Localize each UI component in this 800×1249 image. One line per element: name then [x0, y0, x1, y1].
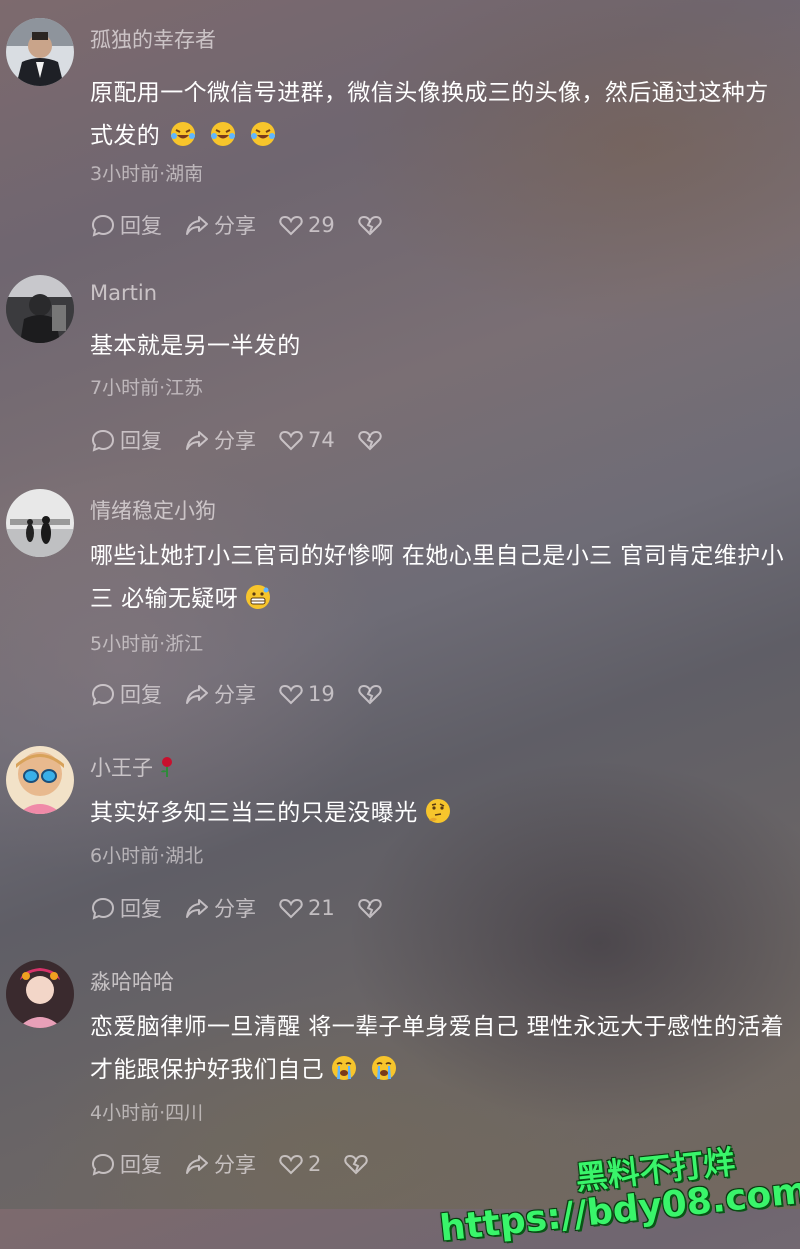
share-button[interactable]: 分享 — [184, 679, 256, 709]
broken-heart-icon — [358, 215, 382, 236]
share-arrow-icon — [186, 685, 208, 704]
avatar[interactable] — [6, 960, 74, 1028]
reply-bubble-icon — [91, 683, 115, 706]
reply-button[interactable]: 回复 — [90, 679, 162, 709]
like-button[interactable]: 2 — [278, 1151, 321, 1177]
comment-actions: 回复 分享 29 — [90, 210, 409, 240]
share-button[interactable]: 分享 — [184, 1149, 256, 1179]
like-count: 29 — [308, 213, 335, 237]
comment-meta: 3小时前·湖南 — [90, 163, 204, 185]
username[interactable]: 淼哈哈哈 — [90, 966, 174, 996]
username[interactable]: 孤独的幸存者 — [90, 24, 216, 54]
reply-label: 回复 — [120, 429, 162, 453]
comment-actions: 回复 分享 74 — [90, 425, 409, 455]
comment-meta: 6小时前·湖北 — [90, 845, 204, 867]
comment-text-content: 恋爱脑律师一旦清醒 将一辈子单身爱自己 理性永远大于感性的活着 才能跟保护好我们… — [90, 1014, 785, 1083]
like-count: 2 — [308, 1152, 322, 1176]
rofl-emoji — [171, 122, 196, 146]
comment-actions: 回复 分享 2 — [90, 1149, 395, 1179]
rofl-emoji — [211, 122, 236, 146]
like-button[interactable]: 74 — [278, 427, 335, 453]
share-button[interactable]: 分享 — [184, 893, 256, 923]
comment-text-content: 基本就是另一半发的 — [90, 333, 301, 359]
heart-icon — [279, 215, 303, 236]
comment-text: 恋爱脑律师一旦清醒 将一辈子单身爱自己 理性永远大于感性的活着 才能跟保护好我们… — [90, 1006, 785, 1092]
broken-heart-icon — [344, 1154, 369, 1175]
comment-text-content: 其实好多知三当三的只是没曝光 — [90, 800, 418, 826]
heart-icon — [279, 684, 303, 705]
avatar[interactable] — [6, 275, 74, 343]
username[interactable]: 情绪稳定小狗 — [90, 495, 216, 525]
comment-text-content: 哪些让她打小三官司的好惨啊 在她心里自己是小三 官司肯定维护小三 必输无疑呀 — [90, 543, 785, 612]
reply-bubble-icon — [91, 214, 115, 237]
share-arrow-icon — [186, 1155, 208, 1174]
reply-bubble-icon — [91, 429, 115, 452]
reply-button[interactable]: 回复 — [90, 893, 162, 923]
reply-bubble-icon — [91, 1153, 115, 1176]
username-text[interactable]: 小王子 — [90, 756, 153, 780]
share-button[interactable]: 分享 — [184, 210, 256, 240]
share-label: 分享 — [214, 429, 256, 453]
comment-actions: 回复 分享 19 — [90, 679, 409, 709]
broken-heart-icon — [358, 684, 382, 705]
avatar[interactable] — [6, 489, 74, 557]
comment-text: 其实好多知三当三的只是没曝光 — [90, 792, 785, 835]
username: 小王子 — [90, 752, 175, 782]
grimace-emoji — [246, 585, 271, 609]
reply-label: 回复 — [120, 683, 162, 707]
share-label: 分享 — [214, 1153, 256, 1177]
comment-text: 哪些让她打小三官司的好惨啊 在她心里自己是小三 官司肯定维护小三 必输无疑呀 — [90, 535, 785, 621]
heart-icon — [279, 898, 303, 919]
reply-label: 回复 — [120, 897, 162, 921]
comment-meta: 5小时前·浙江 — [90, 633, 204, 655]
heart-icon — [279, 1154, 303, 1175]
rofl-emoji — [251, 122, 276, 146]
like-count: 19 — [308, 682, 335, 706]
rose-icon — [161, 757, 172, 777]
share-label: 分享 — [214, 214, 256, 238]
crying-emoji — [372, 1056, 396, 1080]
dislike-button[interactable] — [357, 427, 387, 453]
watermark: 黑料不打烊 https://bdy08.com — [434, 1138, 800, 1249]
reply-button[interactable]: 回复 — [90, 210, 162, 240]
share-arrow-icon — [186, 216, 208, 235]
broken-heart-icon — [358, 898, 382, 919]
comment-meta: 7小时前·江苏 — [90, 377, 204, 399]
comment-text: 原配用一个微信号进群，微信头像换成三的头像，然后通过这种方式发的 — [90, 72, 785, 158]
avatar[interactable] — [6, 18, 74, 86]
comment-text: 基本就是另一半发的 — [90, 325, 785, 368]
crying-emoji — [332, 1056, 356, 1080]
comment-meta: 4小时前·四川 — [90, 1102, 204, 1124]
reply-label: 回复 — [120, 214, 162, 238]
reply-button[interactable]: 回复 — [90, 425, 162, 455]
heart-icon — [279, 430, 303, 451]
reply-button[interactable]: 回复 — [90, 1149, 162, 1179]
avatar[interactable] — [6, 746, 74, 814]
share-arrow-icon — [186, 899, 208, 918]
like-count: 74 — [308, 428, 335, 452]
reply-label: 回复 — [120, 1153, 162, 1177]
username[interactable]: Martin — [90, 281, 157, 305]
like-button[interactable]: 21 — [278, 895, 335, 921]
comment-actions: 回复 分享 21 — [90, 893, 409, 923]
reply-bubble-icon — [91, 897, 115, 920]
share-label: 分享 — [214, 897, 256, 921]
share-arrow-icon — [186, 431, 208, 450]
like-count: 21 — [308, 896, 335, 920]
dislike-button[interactable] — [357, 895, 387, 921]
dislike-button[interactable] — [343, 1151, 373, 1177]
like-button[interactable]: 19 — [278, 681, 335, 707]
dislike-button[interactable] — [357, 681, 387, 707]
broken-heart-icon — [358, 430, 382, 451]
thinking-emoji — [425, 799, 450, 823]
like-button[interactable]: 29 — [278, 212, 335, 238]
share-button[interactable]: 分享 — [184, 425, 256, 455]
dislike-button[interactable] — [357, 212, 387, 238]
share-label: 分享 — [214, 683, 256, 707]
